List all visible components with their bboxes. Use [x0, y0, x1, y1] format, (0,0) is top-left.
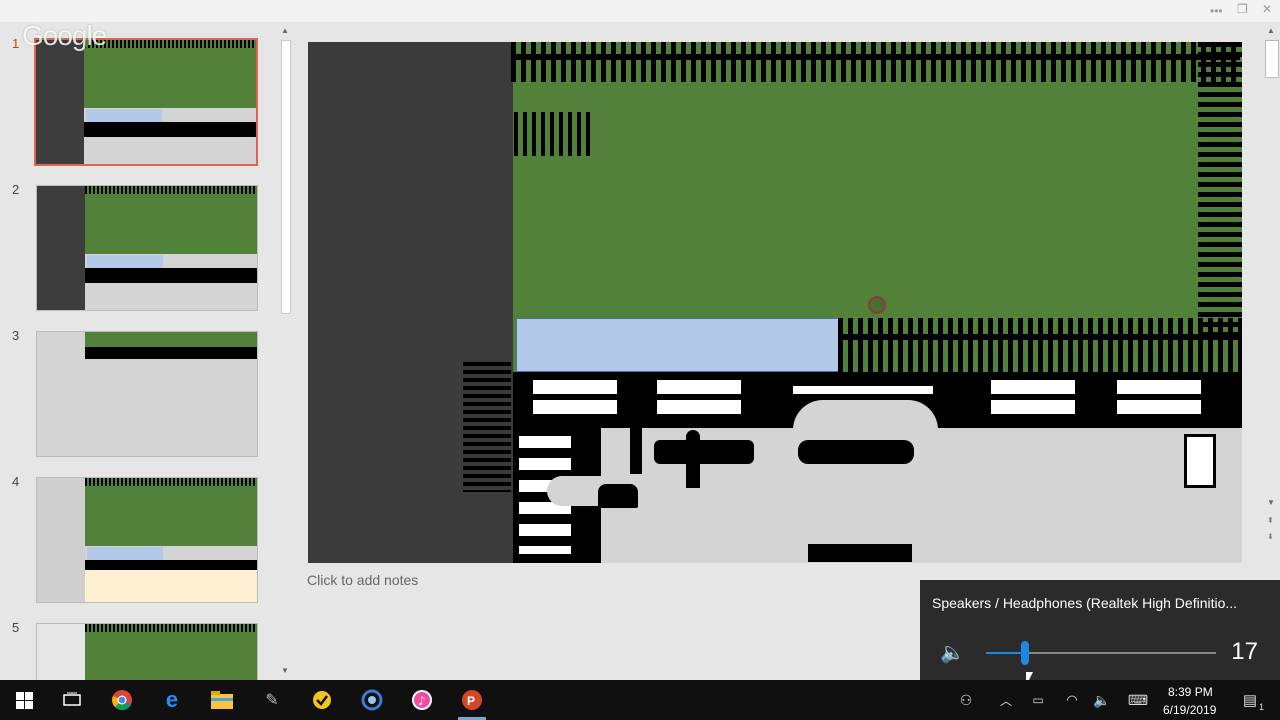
slide-thumbnail-3[interactable] [36, 331, 258, 457]
paint-icon[interactable]: ✎ [258, 686, 286, 714]
slide-thumbnail-pane: 1 2 3 4 5 [0, 22, 278, 681]
door-shape[interactable] [1184, 434, 1216, 488]
slide-scrollbar-thumb[interactable] [1265, 40, 1279, 78]
tv-shape[interactable] [630, 428, 642, 474]
chrome-icon [112, 690, 132, 711]
fence-shape[interactable] [511, 42, 1240, 82]
slide-number: 2 [12, 182, 20, 197]
patio-shape[interactable] [793, 400, 938, 430]
scroll-up-icon[interactable]: ▲ [1267, 26, 1275, 35]
pin-shape[interactable] [868, 296, 886, 314]
task-view-button[interactable] [58, 686, 86, 714]
windows-icon [15, 691, 33, 709]
window-shape [657, 380, 741, 414]
fence-rail-shape [838, 334, 1242, 340]
window-shape [533, 380, 617, 414]
window-shape [793, 386, 933, 394]
window-shape [991, 380, 1075, 414]
fence-rail-shape [511, 54, 1240, 60]
gate-shape[interactable] [514, 112, 592, 156]
google-logo: Google [22, 20, 107, 51]
slide-thumbnail-4[interactable] [36, 477, 258, 603]
slide-number: 4 [12, 474, 20, 489]
scroll-down-icon[interactable]: ▼ [281, 666, 289, 675]
edge-icon[interactable]: e [158, 686, 186, 714]
more-dots-icon[interactable]: ••• [1210, 4, 1223, 18]
speaker-icon[interactable]: 🔈 [940, 640, 965, 665]
fence-shape[interactable] [1198, 42, 1242, 342]
picnic-table-shape[interactable] [808, 544, 912, 562]
thumbnail-scrollbar-thumb[interactable] [281, 40, 291, 314]
taskbar: e ✎ ♪ P ⚇ ︿ ▭ ◠ 🔈 ⌨ 8:39 PM 6/19/2019 ▤ … [0, 680, 1280, 720]
notification-count: 1 [1258, 702, 1264, 712]
volume-flyout: Speakers / Headphones (Realtek High Defi… [920, 580, 1280, 680]
chrome-button[interactable] [108, 686, 136, 714]
volume-slider-thumb[interactable] [1021, 641, 1030, 665]
previous-slide-icon[interactable]: ⇞ [1267, 516, 1274, 525]
window-shape [1117, 380, 1201, 414]
slide-number: 3 [12, 328, 20, 343]
steps-shape[interactable] [463, 362, 511, 492]
pool-shape[interactable] [516, 318, 840, 372]
start-button[interactable] [10, 686, 38, 714]
clock-time[interactable]: 8:39 PM [1168, 685, 1213, 699]
norton-icon [313, 691, 331, 709]
volume-slider[interactable] [986, 641, 1216, 665]
notification-icon: ▤ [1242, 692, 1258, 709]
file-explorer-button[interactable] [208, 686, 236, 714]
svg-text:P: P [467, 694, 475, 708]
audio-device-name[interactable]: Speakers / Headphones (Realtek High Defi… [932, 595, 1237, 611]
slide-thumbnail-2[interactable] [36, 185, 258, 311]
scroll-down-icon[interactable]: ▼ [1267, 498, 1275, 507]
volume-level: 17 [1231, 638, 1258, 665]
walkway-shape [547, 476, 601, 506]
clock-date[interactable]: 6/19/2019 [1163, 703, 1216, 717]
app-button[interactable] [358, 686, 386, 714]
itunes-icon: ♪ [412, 690, 432, 710]
slide-scrollbar[interactable]: ▲ ▼ ⇞ ⇟ [1262, 22, 1280, 570]
wifi-icon[interactable]: ◠ [1058, 686, 1086, 714]
slide-thumbnail-5[interactable] [36, 623, 258, 681]
next-slide-icon[interactable]: ⇟ [1267, 532, 1274, 541]
powerpoint-button[interactable]: P [458, 686, 486, 714]
slide-number: 1 [12, 36, 20, 51]
chevron-up-icon[interactable]: ︿ [992, 686, 1020, 714]
slide-number: 5 [12, 620, 20, 635]
dining-table-shape[interactable] [798, 440, 914, 464]
keyboard-icon[interactable]: ⌨ [1124, 686, 1152, 714]
slide-thumbnail-1[interactable] [34, 38, 258, 166]
powerpoint-icon: P [462, 690, 482, 710]
volume-slider-fill [986, 652, 1026, 654]
restore-icon[interactable]: ❐ [1237, 2, 1248, 16]
notification-center-button[interactable]: ▤ 1 [1236, 686, 1264, 714]
title-bar: ••• ❐ ✕ [0, 0, 1280, 23]
itunes-button[interactable]: ♪ [408, 686, 436, 714]
circle-app-icon [361, 689, 383, 711]
task-view-icon [63, 692, 81, 706]
norton-button[interactable] [308, 686, 336, 714]
people-icon[interactable]: ⚇ [952, 686, 980, 714]
sofa-shape[interactable] [654, 440, 754, 464]
notes-placeholder[interactable]: Click to add notes [307, 572, 418, 588]
battery-icon[interactable]: ▭ [1024, 686, 1052, 714]
person-figure[interactable] [686, 430, 700, 488]
close-icon[interactable]: ✕ [1262, 2, 1272, 16]
volume-icon[interactable]: 🔈 [1088, 686, 1116, 714]
dog-figure[interactable] [598, 484, 638, 508]
folder-icon [211, 691, 233, 709]
fence-shape[interactable] [838, 318, 1242, 372]
current-slide[interactable] [308, 42, 1242, 563]
scroll-up-icon[interactable]: ▲ [281, 26, 289, 35]
svg-text:♪: ♪ [418, 694, 426, 708]
building-shape[interactable] [513, 428, 601, 563]
